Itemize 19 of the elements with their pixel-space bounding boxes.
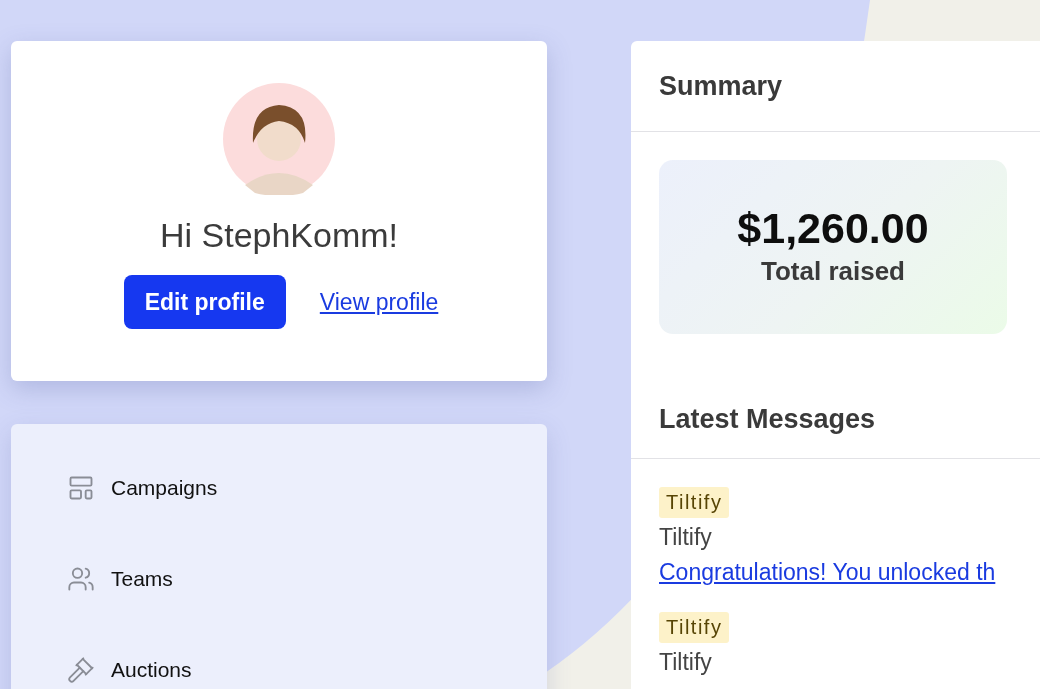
greeting: Hi StephKomm! <box>159 216 399 255</box>
stat-label: Total raised <box>761 256 905 287</box>
layout-icon <box>67 474 95 502</box>
section-title: Summary <box>631 41 1040 132</box>
avatar-icon <box>223 83 335 195</box>
edit-profile-button[interactable]: Edit profile <box>123 275 286 329</box>
nav-item[interactable]: Campaigns <box>67 474 547 502</box>
section-title: Latest Messages <box>631 367 1040 459</box>
nav-item[interactable]: Teams <box>67 565 547 593</box>
nav-item[interactable]: Auctions <box>67 656 547 684</box>
users-icon <box>67 565 95 593</box>
sender-name: Tiltify <box>659 649 712 676</box>
stat-value: $1,260.00 <box>737 207 929 250</box>
view-profile-link[interactable]: View profile <box>319 288 439 316</box>
sender-tag: Tiltify <box>659 612 730 643</box>
sender-name: Tiltify <box>659 524 712 551</box>
message-link[interactable]: Congratulations! You unlocked th <box>659 559 996 586</box>
sender-tag: Tiltify <box>659 487 730 518</box>
gavel-icon <box>67 656 95 684</box>
